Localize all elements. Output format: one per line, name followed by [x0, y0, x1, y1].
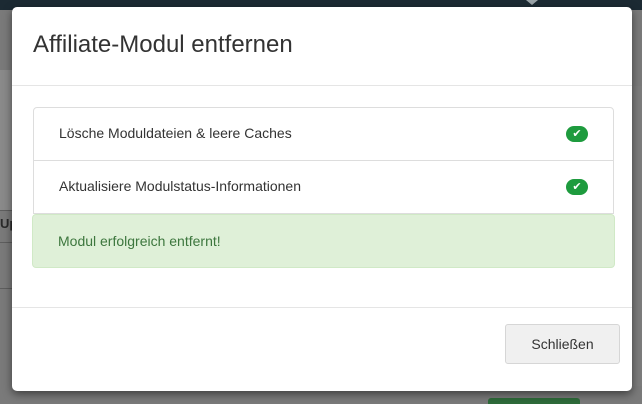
background-button — [488, 398, 580, 404]
list-item: Lösche Moduldateien & leere Caches ✔ — [33, 107, 614, 161]
background-divider — [0, 288, 12, 289]
dialog-title: Affiliate-Modul entfernen — [33, 31, 293, 58]
success-message: Modul erfolgreich entfernt! — [58, 233, 221, 249]
dialog-body: Lösche Moduldateien & leere Caches ✔ Akt… — [12, 86, 632, 308]
caret-down-icon — [526, 0, 538, 5]
check-icon: ✔ — [566, 179, 588, 195]
success-alert: Modul erfolgreich entfernt! — [32, 214, 615, 268]
background-panel — [632, 86, 642, 386]
dialog-footer: Schließen — [12, 307, 632, 391]
remove-module-dialog: Affiliate-Modul entfernen Lösche Modulda… — [12, 7, 632, 391]
step-label: Aktualisiere Modulstatus-Informationen — [59, 178, 302, 194]
progress-steps-list: Lösche Moduldateien & leere Caches ✔ Akt… — [33, 107, 614, 214]
step-label: Lösche Moduldateien & leere Caches — [59, 125, 292, 141]
list-item: Aktualisiere Modulstatus-Informationen ✔ — [33, 160, 614, 214]
check-icon: ✔ — [566, 126, 588, 142]
dialog-header: Affiliate-Modul entfernen — [12, 7, 632, 86]
background-divider — [0, 242, 12, 243]
close-button[interactable]: Schließen — [505, 324, 620, 364]
background-divider — [0, 210, 12, 211]
background-panel — [0, 70, 12, 210]
